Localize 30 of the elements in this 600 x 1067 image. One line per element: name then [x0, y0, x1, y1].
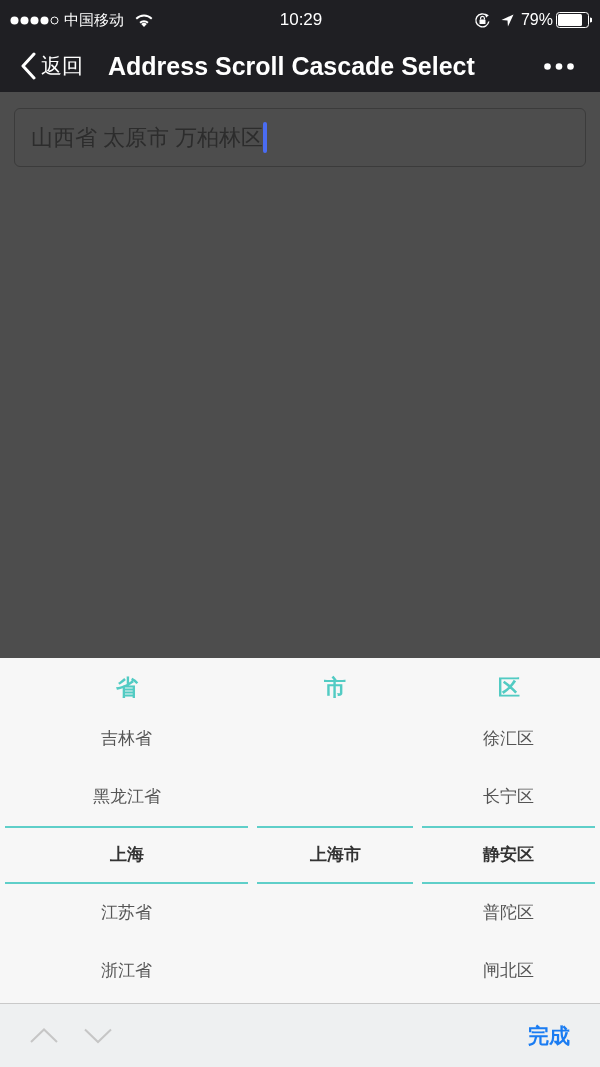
picker-option[interactable]: 吉林省 — [101, 727, 152, 751]
wifi-icon — [135, 13, 153, 27]
battery-icon — [556, 12, 592, 28]
picker-option[interactable]: 普陀区 — [483, 901, 534, 925]
back-button[interactable]: 返回 — [20, 52, 83, 80]
picker-option[interactable]: 浙江省 — [101, 959, 152, 983]
chevron-up-icon — [30, 1027, 58, 1044]
back-chevron-icon — [20, 52, 36, 80]
picker-option[interactable]: 上海 — [109, 843, 144, 867]
picker-option[interactable]: 静安区 — [483, 843, 534, 867]
chevron-down-icon — [84, 1027, 112, 1044]
picker-option[interactable]: 徐汇区 — [483, 727, 534, 751]
picker-option[interactable]: 闸北区 — [483, 959, 534, 983]
column-header: 省 — [115, 674, 138, 702]
picker-option[interactable]: 江苏省 — [101, 901, 152, 925]
location-arrow-icon — [500, 13, 514, 27]
carrier-name: 中国移动 — [64, 11, 124, 29]
clock-time: 10:29 — [279, 10, 323, 30]
picker-option[interactable]: 长宁区 — [483, 785, 534, 809]
signal-strength-icon — [10, 15, 59, 25]
column-header: 区 — [497, 674, 520, 702]
picker-option[interactable]: 上海市 — [309, 843, 361, 867]
more-icon — [544, 62, 574, 70]
battery-percentage: 79% — [520, 11, 553, 29]
more-button[interactable] — [544, 62, 574, 70]
column-header: 市 — [324, 674, 346, 702]
picker-option[interactable]: 黑龙江省 — [92, 785, 161, 809]
done-button[interactable]: 完成 — [528, 1021, 570, 1050]
page-title: Address Scroll Cascade Select — [108, 51, 475, 82]
rotation-lock-icon — [473, 11, 491, 29]
